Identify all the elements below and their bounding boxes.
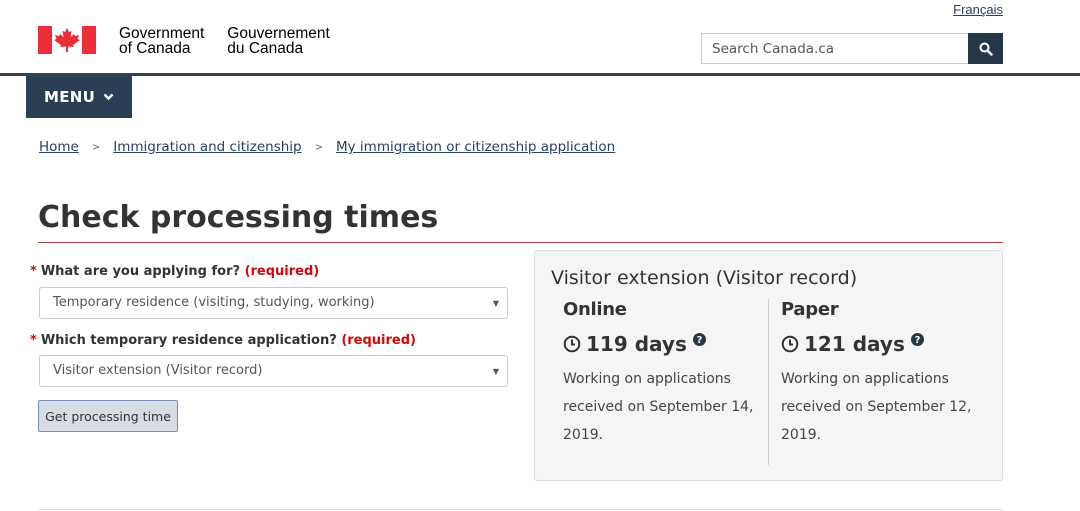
required-asterisk: *: [30, 264, 37, 279]
required-marker: (required): [341, 333, 416, 348]
online-column: Online 119 days ? Working on application…: [563, 299, 763, 449]
help-question-icon[interactable]: ?: [692, 332, 706, 346]
clock-icon: [563, 335, 581, 353]
online-processing-days: 119 days: [586, 332, 687, 356]
paper-heading: Paper: [781, 299, 839, 320]
required-asterisk: *: [30, 333, 37, 348]
paper-description: Working on applications received on Sept…: [781, 371, 972, 443]
breadcrumb-my-application[interactable]: My immigration or citizenship applicatio…: [336, 139, 615, 155]
temporary-residence-value: Visitor extension (Visitor record): [53, 363, 263, 378]
footer-divider: [38, 509, 1003, 510]
search-button[interactable]: [968, 33, 1003, 64]
application-type-select[interactable]: Temporary residence (visiting, studying,…: [39, 287, 508, 319]
paper-column: Paper 121 days ? Working on applications…: [781, 299, 981, 449]
wordmark-french: Gouvernement du Canada: [227, 25, 330, 57]
online-heading: Online: [563, 299, 627, 320]
application-type-value: Temporary residence (visiting, studying,…: [53, 295, 375, 310]
online-description: Working on applications received on Sept…: [563, 371, 754, 443]
language-toggle-link[interactable]: Français: [953, 2, 1003, 17]
paper-processing-days: 121 days: [804, 332, 905, 356]
breadcrumb-separator-icon: >: [91, 141, 101, 153]
column-divider: [768, 299, 769, 465]
menu-label: MENU: [44, 88, 96, 106]
temporary-residence-label: * Which temporary residence application? …: [30, 333, 416, 348]
breadcrumb: Home > Immigration and citizenship > My …: [39, 139, 615, 155]
svg-text:?: ?: [914, 335, 920, 346]
page-title: Check processing times: [38, 200, 439, 235]
dropdown-caret-icon: ▼: [492, 367, 499, 376]
government-of-canada-logo[interactable]: Government of Canada Gouvernement du Can…: [38, 26, 330, 56]
breadcrumb-home[interactable]: Home: [39, 139, 79, 155]
header-divider: [0, 73, 1080, 76]
wordmark-english: Government of Canada: [119, 25, 205, 57]
search-icon: [979, 42, 993, 56]
breadcrumb-separator-icon: >: [314, 141, 323, 153]
menu-button[interactable]: MENU: [26, 76, 132, 118]
svg-text:?: ?: [696, 335, 702, 346]
required-marker: (required): [244, 264, 320, 279]
breadcrumb-immigration[interactable]: Immigration and citizenship: [113, 139, 301, 155]
title-divider: [38, 242, 1003, 243]
clock-icon: [781, 335, 799, 353]
processing-time-result-panel: Visitor extension (Visitor record) Onlin…: [534, 250, 1003, 481]
canada-flag-icon: [38, 26, 96, 54]
temporary-residence-select[interactable]: Visitor extension (Visitor record) ▼: [39, 355, 508, 387]
search-input[interactable]: Search Canada.ca: [701, 33, 968, 64]
dropdown-caret-icon: ▼: [492, 299, 499, 308]
help-question-icon[interactable]: ?: [910, 332, 924, 346]
chevron-down-icon: [103, 93, 114, 101]
result-title: Visitor extension (Visitor record): [551, 267, 858, 289]
get-processing-time-button[interactable]: Get processing time: [38, 400, 178, 432]
application-type-label: * What are you applying for? (required): [30, 264, 320, 279]
